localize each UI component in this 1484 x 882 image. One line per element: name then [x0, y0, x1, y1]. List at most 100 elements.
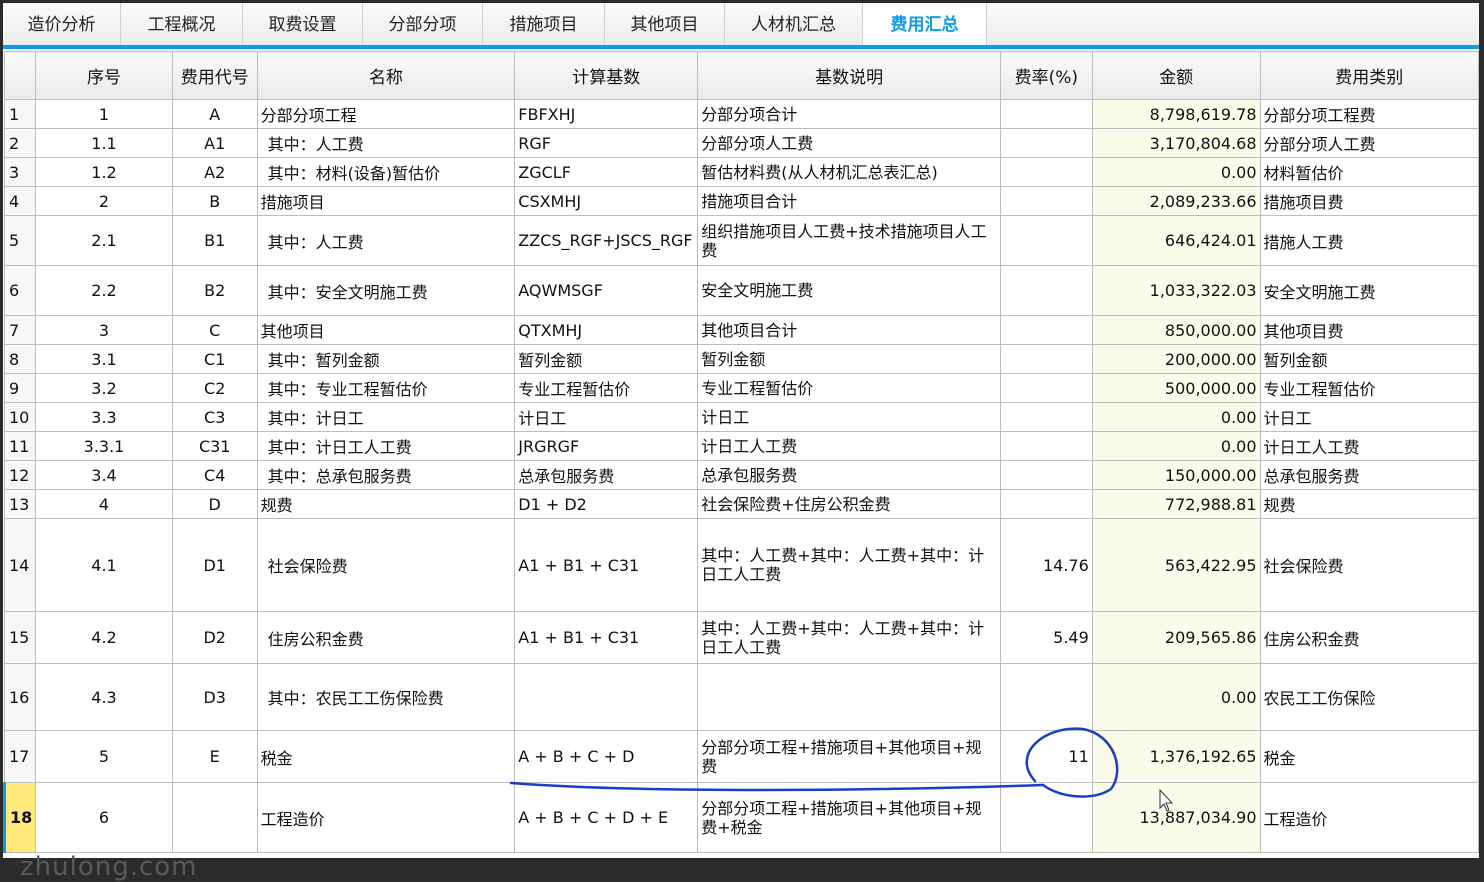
cell-seq[interactable]: 1.1 — [35, 128, 173, 158]
cell-name[interactable]: 其中：专业工程暂估价 — [256, 373, 516, 403]
row-number[interactable]: 17 — [3, 730, 37, 783]
cell-code[interactable]: B2 — [171, 265, 258, 316]
cell-category[interactable]: 规费 — [1259, 489, 1479, 519]
table-row[interactable]: 15 4.2 D2 住房公积金费 A1 + B1 + C31 其中：人工费+其中：人工费+… — [3, 611, 1479, 664]
cell-name[interactable]: 分部分项工程 — [256, 99, 516, 129]
cell-base[interactable]: ZGCLF — [514, 157, 699, 187]
header-amount[interactable]: 金额 — [1091, 51, 1261, 100]
row-number[interactable]: 8 — [3, 344, 37, 374]
table-row[interactable]: 8 3.1 C1 其中：暂列金额 暂列金额 暂列金额 200,000.00 暂列金额 — [3, 344, 1479, 374]
cell-rate[interactable] — [999, 663, 1093, 731]
cell-amount[interactable]: 0.00 — [1091, 431, 1261, 461]
row-number[interactable]: 10 — [3, 402, 37, 432]
cell-base[interactable]: A1 + B1 + C31 — [514, 518, 699, 612]
cell-name[interactable]: 其中：安全文明施工费 — [256, 265, 516, 316]
cell-name[interactable]: 其中：总承包服务费 — [256, 460, 516, 490]
cell-base-desc[interactable]: 总承包服务费 — [697, 460, 1001, 490]
cell-amount[interactable]: 200,000.00 — [1091, 344, 1261, 374]
cell-base[interactable]: 总承包服务费 — [514, 460, 699, 490]
cell-category[interactable]: 专业工程暂估价 — [1259, 373, 1479, 403]
table-row[interactable]: 5 2.1 B1 其中：人工费 ZZCS_RGF+JSCS_RGF 组织措施项目人工费+技… — [3, 215, 1479, 266]
cell-rate[interactable]: 14.76 — [999, 518, 1093, 612]
cell-code[interactable]: C — [171, 315, 258, 345]
cell-code[interactable]: C31 — [171, 431, 258, 461]
cell-base[interactable]: A1 + B1 + C31 — [514, 611, 699, 664]
cell-base[interactable]: D1 + D2 — [514, 489, 699, 519]
cell-base-desc[interactable]: 暂列金额 — [697, 344, 1001, 374]
header-name[interactable]: 名称 — [256, 51, 516, 100]
row-number[interactable]: 5 — [3, 215, 37, 266]
row-number[interactable]: 6 — [3, 265, 37, 316]
cell-code[interactable]: C4 — [171, 460, 258, 490]
cell-amount[interactable]: 1,033,322.03 — [1091, 265, 1261, 316]
cell-rate[interactable] — [999, 431, 1093, 461]
cell-code[interactable]: B — [171, 186, 258, 216]
cell-seq[interactable]: 3.1 — [35, 344, 173, 374]
cell-name[interactable]: 其中：人工费 — [256, 128, 516, 158]
cell-name[interactable]: 税金 — [256, 730, 516, 783]
tab-sub-items[interactable]: 分部分项 — [363, 3, 483, 45]
cell-base[interactable] — [514, 663, 699, 731]
cell-name[interactable]: 其中：暂列金额 — [256, 344, 516, 374]
cell-base-desc[interactable]: 其中：人工费+其中：人工费+其中：计日工人工费 — [697, 611, 1001, 664]
cell-seq[interactable]: 4.2 — [35, 611, 173, 664]
cell-rate[interactable] — [999, 402, 1093, 432]
cell-base-desc[interactable]: 其他项目合计 — [697, 315, 1001, 345]
cell-code[interactable]: D2 — [171, 611, 258, 664]
cell-seq[interactable]: 3 — [35, 315, 173, 345]
cell-base[interactable]: 暂列金额 — [514, 344, 699, 374]
header-base[interactable]: 计算基数 — [514, 51, 699, 100]
cell-rate[interactable] — [999, 373, 1093, 403]
tab-labor-material-summary[interactable]: 人材机汇总 — [725, 3, 863, 45]
cell-category[interactable]: 住房公积金费 — [1259, 611, 1479, 664]
cell-base[interactable]: QTXMHJ — [514, 315, 699, 345]
cell-code[interactable]: A1 — [171, 128, 258, 158]
cell-code[interactable]: C1 — [171, 344, 258, 374]
cell-category[interactable]: 工程造价 — [1259, 782, 1479, 853]
cell-code[interactable] — [171, 782, 258, 853]
table-row[interactable]: 3 1.2 A2 其中：材料(设备)暂估价 ZGCLF 暂估材料费(从人材机汇总表汇总) 0… — [3, 157, 1479, 187]
row-number[interactable]: 2 — [3, 128, 37, 158]
cell-base[interactable]: RGF — [514, 128, 699, 158]
cell-category[interactable]: 税金 — [1259, 730, 1479, 783]
cell-category[interactable]: 总承包服务费 — [1259, 460, 1479, 490]
header-code[interactable]: 费用代号 — [171, 51, 258, 100]
cell-rate[interactable] — [999, 489, 1093, 519]
table-row[interactable]: 6 2.2 B2 其中：安全文明施工费 AQWMSGF 安全文明施工费 1,033,322.… — [3, 265, 1479, 316]
table-row[interactable]: 1 1 A 分部分项工程 FBFXHJ 分部分项合计 8,798,619.78 分部分项工程费 — [3, 99, 1479, 129]
cell-amount[interactable]: 1,376,192.65 — [1091, 730, 1261, 783]
cell-seq[interactable]: 3.3.1 — [35, 431, 173, 461]
table-row[interactable]: 11 3.3.1 C31 其中：计日工人工费 JRGRGF 计日工人工费 0.00 计日工人工… — [3, 431, 1479, 461]
cell-code[interactable]: A2 — [171, 157, 258, 187]
row-number[interactable]: 9 — [3, 373, 37, 403]
cell-seq[interactable]: 4.3 — [35, 663, 173, 731]
cell-amount[interactable]: 209,565.86 — [1091, 611, 1261, 664]
cell-base-desc[interactable]: 分部分项合计 — [697, 99, 1001, 129]
cell-category[interactable]: 计日工 — [1259, 402, 1479, 432]
cell-code[interactable]: E — [171, 730, 258, 783]
cell-rate[interactable] — [999, 782, 1093, 853]
cell-base-desc[interactable] — [697, 663, 1001, 731]
table-row[interactable]: 4 2 B 措施项目 CSXMHJ 措施项目合计 2,089,233.66 措施项目费 — [3, 186, 1479, 216]
cell-name[interactable]: 其他项目 — [256, 315, 516, 345]
tab-fee-settings[interactable]: 取费设置 — [243, 3, 363, 45]
cell-seq[interactable]: 6 — [35, 782, 173, 853]
cell-seq[interactable]: 3.4 — [35, 460, 173, 490]
cell-rate[interactable] — [999, 460, 1093, 490]
cell-category[interactable]: 计日工人工费 — [1259, 431, 1479, 461]
cell-seq[interactable]: 3.3 — [35, 402, 173, 432]
cell-amount[interactable]: 150,000.00 — [1091, 460, 1261, 490]
tab-other-items[interactable]: 其他项目 — [605, 3, 725, 45]
cell-name[interactable]: 措施项目 — [256, 186, 516, 216]
cell-amount[interactable]: 563,422.95 — [1091, 518, 1261, 612]
cell-base-desc[interactable]: 计日工人工费 — [697, 431, 1001, 461]
table-row[interactable]: 13 4 D 规费 D1 + D2 社会保险费+住房公积金费 772,988.81 规费 — [3, 489, 1479, 519]
row-number[interactable]: 14 — [3, 518, 37, 612]
cell-base-desc[interactable]: 分部分项工程+措施项目+其他项目+规费 — [697, 730, 1001, 783]
table-row[interactable]: 17 5 E 税金 A + B + C + D 分部分项工程+措施项目+其他项目+规费 11… — [3, 730, 1479, 783]
cell-base[interactable]: FBFXHJ — [514, 99, 699, 129]
cell-rate[interactable]: 5.49 — [999, 611, 1093, 664]
cell-category[interactable]: 安全文明施工费 — [1259, 265, 1479, 316]
cell-base[interactable]: JRGRGF — [514, 431, 699, 461]
tab-fee-summary[interactable]: 费用汇总 — [863, 3, 987, 45]
